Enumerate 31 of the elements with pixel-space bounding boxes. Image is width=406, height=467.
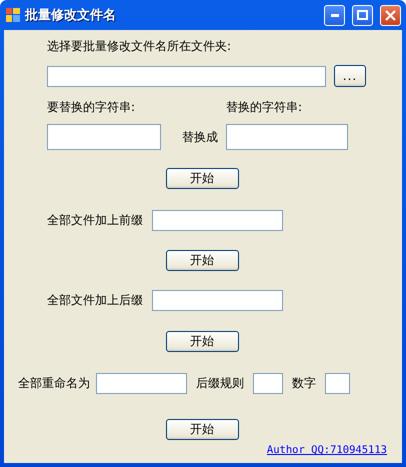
source-string-field[interactable] bbox=[47, 124, 161, 150]
browse-button[interactable]: ... bbox=[334, 65, 366, 87]
window-title: 批量修改文件名 bbox=[25, 6, 117, 24]
rename-field[interactable] bbox=[96, 373, 187, 394]
suffix-field[interactable] bbox=[152, 290, 283, 311]
replace-with-label: 替换成 bbox=[181, 128, 219, 146]
suffix-label: 全部文件加上后缀 bbox=[47, 292, 144, 309]
app-icon bbox=[6, 8, 20, 22]
minimize-icon bbox=[330, 14, 338, 16]
close-icon bbox=[385, 10, 396, 20]
folder-label: 选择要批量修改文件名所在文件夹: bbox=[47, 38, 232, 55]
minimize-button[interactable] bbox=[324, 4, 345, 26]
start-button[interactable]: 开始 bbox=[166, 419, 238, 440]
number-label: 数字 bbox=[292, 375, 317, 392]
number-field[interactable] bbox=[325, 373, 350, 394]
maximize-button[interactable] bbox=[352, 4, 373, 26]
target-string-field[interactable] bbox=[226, 124, 348, 150]
prefix-label: 全部文件加上前缀 bbox=[47, 212, 144, 229]
folder-path-field[interactable] bbox=[47, 66, 326, 86]
source-string-label: 要替换的字符串: bbox=[47, 99, 136, 116]
author-link[interactable]: Author QQ:710945113 bbox=[266, 444, 387, 456]
rename-label: 全部重命名为 bbox=[18, 375, 91, 392]
suffix-rule-field[interactable] bbox=[253, 373, 283, 394]
prefix-field[interactable] bbox=[152, 210, 283, 231]
start-button[interactable]: 开始 bbox=[166, 168, 238, 189]
close-button[interactable] bbox=[380, 4, 401, 26]
suffix-rule-label: 后缀规则 bbox=[196, 375, 245, 392]
start-button[interactable]: 开始 bbox=[166, 331, 238, 352]
start-button[interactable]: 开始 bbox=[166, 250, 238, 271]
target-string-label: 替换的字符串: bbox=[226, 99, 302, 116]
maximize-icon bbox=[357, 10, 368, 20]
